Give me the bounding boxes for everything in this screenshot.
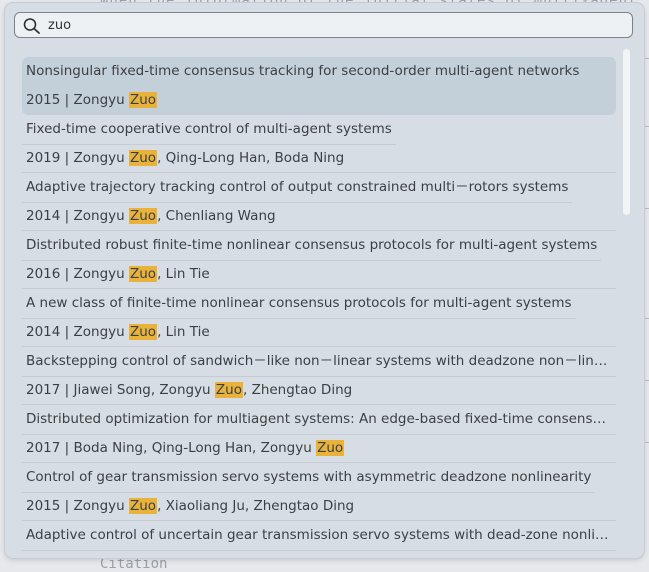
- result-title: Adaptive trajectory tracking control of …: [26, 179, 569, 195]
- divider: [22, 376, 616, 377]
- result-authors: Zongyu: [73, 208, 129, 224]
- result-authors: , Zhengtao Ding: [242, 382, 353, 398]
- meta-separator: |: [60, 498, 74, 514]
- result-title: Backstepping control of sandwich－like no…: [26, 353, 614, 369]
- result-meta: 2014 | Zongyu Zuo, Lin Tie: [26, 318, 210, 347]
- result-meta: 2015 | Zongyu Zuo, Xiaoliang Ju, Zhengta…: [26, 492, 354, 521]
- divider: [22, 260, 601, 261]
- search-popup: Nonsingular fixed-time consensus trackin…: [5, 3, 644, 558]
- result-authors: , Qing-Long Han, Boda Ning: [157, 150, 345, 166]
- search-result-item[interactable]: Adaptive trajectory tracking control of …: [22, 173, 616, 231]
- result-authors: Jiawei Song, Zongyu: [73, 382, 215, 398]
- search-match-highlight: Zuo: [214, 382, 243, 398]
- result-meta: 2016 | Zongyu Zuo, Lin Tie: [26, 260, 210, 289]
- scrollbar-thumb[interactable]: [623, 49, 630, 215]
- meta-separator: |: [60, 324, 74, 340]
- search-result-item[interactable]: A new class of finite-time nonlinear con…: [22, 289, 616, 347]
- result-title: Nonsingular fixed-time consensus trackin…: [26, 63, 580, 79]
- divider: [22, 492, 595, 493]
- divider: [22, 434, 616, 435]
- result-title: Control of gear transmission servo syste…: [26, 469, 592, 485]
- result-authors: Zongyu: [73, 266, 129, 282]
- search-match-highlight: Zuo: [128, 324, 158, 340]
- meta-separator: |: [60, 382, 74, 398]
- result-authors: Zongyu: [73, 150, 129, 166]
- result-meta: 2017 | Jiawei Song, Zongyu Zuo, Zhengtao…: [26, 376, 352, 405]
- search-result-item[interactable]: Adaptive control of uncertain gear trans…: [22, 521, 616, 558]
- search-bar: [14, 12, 633, 38]
- result-title: A new class of finite-time nonlinear con…: [26, 295, 572, 311]
- background-text-bottom: Citation: [100, 556, 168, 572]
- divider: [22, 144, 396, 145]
- result-title: Distributed robust finite-time nonlinear…: [26, 237, 598, 253]
- search-result-item[interactable]: Distributed robust finite-time nonlinear…: [22, 231, 616, 289]
- meta-separator: |: [60, 208, 74, 224]
- search-result-item[interactable]: Control of gear transmission servo syste…: [22, 463, 616, 521]
- result-authors: , Lin Tie: [157, 324, 210, 340]
- search-result-item[interactable]: Nonsingular fixed-time consensus trackin…: [22, 57, 616, 115]
- meta-separator: |: [60, 150, 74, 166]
- result-year: 2014: [26, 208, 61, 224]
- search-match-highlight: Zuo: [128, 92, 158, 108]
- result-meta: 2019 | Zongyu Zuo, Qing-Long Han, Boda N…: [26, 144, 344, 173]
- results-list: Nonsingular fixed-time consensus trackin…: [22, 57, 616, 558]
- result-authors: Zongyu: [73, 498, 129, 514]
- result-authors: , Chenliang Wang: [157, 208, 276, 224]
- result-year: 2014: [26, 324, 61, 340]
- meta-separator: |: [60, 92, 74, 108]
- result-year: 2016: [26, 266, 61, 282]
- result-authors: Zongyu: [73, 324, 129, 340]
- result-authors: Zongyu: [73, 92, 129, 108]
- result-title: Distributed optimization for multiagent …: [26, 411, 614, 427]
- result-authors: , Xiaoliang Ju, Zhengtao Ding: [157, 498, 355, 514]
- meta-separator: |: [60, 266, 74, 282]
- result-title: Fixed-time cooperative control of multi-…: [26, 121, 392, 137]
- search-result-item[interactable]: Backstepping control of sandwich－like no…: [22, 347, 616, 405]
- search-result-item[interactable]: Fixed-time cooperative control of multi-…: [22, 115, 616, 173]
- search-icon: [23, 18, 40, 34]
- result-year: 2017: [26, 440, 61, 456]
- search-result-item[interactable]: Distributed optimization for multiagent …: [22, 405, 616, 463]
- result-meta: 2017 | Boda Ning, Qing-Long Han, Zongyu …: [26, 434, 345, 463]
- result-meta: 2015 | Zongyu Zuo: [26, 86, 158, 115]
- result-authors: , Lin Tie: [157, 266, 210, 282]
- result-meta: 2014 | Zongyu Zuo, Chenliang Wang: [26, 202, 276, 231]
- result-year: 2017: [26, 382, 61, 398]
- divider: [22, 202, 572, 203]
- result-year: 2015: [26, 92, 61, 108]
- result-year: 2019: [26, 150, 61, 166]
- result-year: 2015: [26, 498, 61, 514]
- result-title: Adaptive control of uncertain gear trans…: [26, 527, 614, 543]
- search-match-highlight: Zuo: [128, 208, 158, 224]
- search-match-highlight: Zuo: [316, 440, 345, 456]
- search-input[interactable]: [48, 16, 608, 34]
- meta-separator: |: [60, 440, 74, 456]
- divider: [22, 550, 616, 551]
- divider: [22, 318, 576, 319]
- search-match-highlight: Zuo: [128, 150, 158, 166]
- search-match-highlight: Zuo: [128, 498, 158, 514]
- result-authors: Boda Ning, Qing-Long Han, Zongyu: [73, 440, 317, 456]
- search-match-highlight: Zuo: [128, 266, 158, 282]
